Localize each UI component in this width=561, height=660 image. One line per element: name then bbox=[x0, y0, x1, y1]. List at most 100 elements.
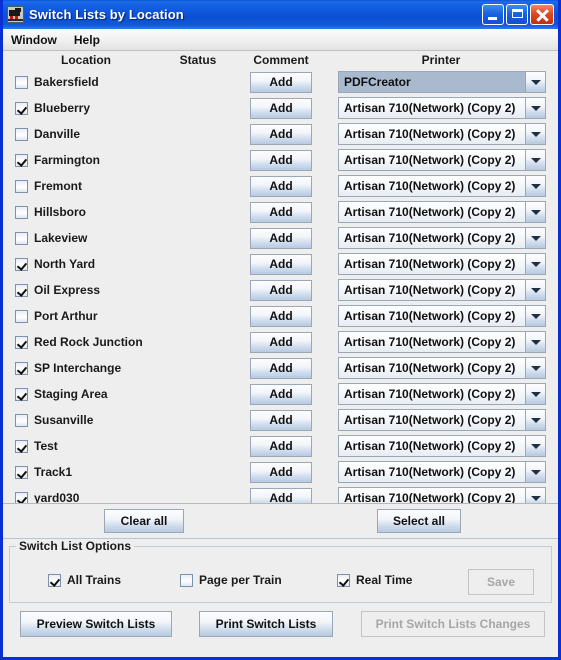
all-trains-checkbox-box[interactable] bbox=[48, 573, 61, 587]
printer-select[interactable]: Artisan 710(Network) (Copy 2) bbox=[338, 175, 546, 197]
add-comment-button[interactable]: Add bbox=[250, 227, 312, 249]
add-comment-button[interactable]: Add bbox=[250, 253, 312, 275]
chevron-down-icon[interactable] bbox=[526, 306, 545, 326]
chevron-down-icon[interactable] bbox=[526, 72, 545, 92]
page-per-train-checkbox[interactable]: Page per Train bbox=[180, 573, 282, 587]
add-comment-button[interactable]: Add bbox=[250, 175, 312, 197]
location-checkbox-box[interactable] bbox=[15, 75, 28, 89]
add-comment-button[interactable]: Add bbox=[250, 409, 312, 431]
location-checkbox[interactable]: Staging Area bbox=[15, 387, 108, 401]
location-checkbox-box[interactable] bbox=[15, 231, 28, 245]
printer-select[interactable]: Artisan 710(Network) (Copy 2) bbox=[338, 409, 546, 431]
add-comment-button[interactable]: Add bbox=[250, 149, 312, 171]
select-all-button[interactable]: Select all bbox=[377, 509, 461, 533]
add-comment-button[interactable]: Add bbox=[250, 97, 312, 119]
add-comment-button[interactable]: Add bbox=[250, 71, 312, 93]
location-checkbox[interactable]: Danville bbox=[15, 127, 80, 141]
print-switch-lists-button[interactable]: Print Switch Lists bbox=[199, 611, 333, 637]
location-checkbox[interactable]: Hillsboro bbox=[15, 205, 86, 219]
minimize-icon[interactable] bbox=[482, 4, 504, 25]
printer-select[interactable]: Artisan 710(Network) (Copy 2) bbox=[338, 123, 546, 145]
printer-select[interactable]: Artisan 710(Network) (Copy 2) bbox=[338, 305, 546, 327]
chevron-down-icon[interactable] bbox=[526, 150, 545, 170]
location-checkbox-box[interactable] bbox=[15, 413, 28, 427]
add-comment-button[interactable]: Add bbox=[250, 383, 312, 405]
location-checkbox[interactable]: Bakersfield bbox=[15, 75, 99, 89]
location-checkbox-box[interactable] bbox=[15, 101, 28, 115]
menu-item-window[interactable]: Window bbox=[11, 31, 66, 49]
add-comment-button[interactable]: Add bbox=[250, 279, 312, 301]
location-checkbox[interactable]: Farmington bbox=[15, 153, 100, 167]
chevron-down-icon[interactable] bbox=[526, 98, 545, 118]
add-comment-button[interactable]: Add bbox=[250, 461, 312, 483]
real-time-checkbox-box[interactable] bbox=[337, 573, 350, 587]
location-checkbox[interactable]: Fremont bbox=[15, 179, 82, 193]
location-checkbox[interactable]: Track1 bbox=[15, 465, 72, 479]
clear-all-button[interactable]: Clear all bbox=[104, 509, 184, 533]
printer-select[interactable]: Artisan 710(Network) (Copy 2) bbox=[338, 227, 546, 249]
location-checkbox[interactable]: Test bbox=[15, 439, 58, 453]
printer-select[interactable]: Artisan 710(Network) (Copy 2) bbox=[338, 487, 546, 503]
printer-select[interactable]: PDFCreator bbox=[338, 71, 546, 93]
add-comment-button[interactable]: Add bbox=[250, 201, 312, 223]
location-checkbox-box[interactable] bbox=[15, 127, 28, 141]
location-checkbox-box[interactable] bbox=[15, 257, 28, 271]
add-comment-button[interactable]: Add bbox=[250, 123, 312, 145]
add-comment-button[interactable]: Add bbox=[250, 331, 312, 353]
print-switch-lists-changes-button[interactable]: Print Switch Lists Changes bbox=[361, 611, 545, 637]
add-comment-button[interactable]: Add bbox=[250, 487, 312, 503]
maximize-icon[interactable] bbox=[506, 4, 528, 25]
printer-select[interactable]: Artisan 710(Network) (Copy 2) bbox=[338, 331, 546, 353]
add-comment-button[interactable]: Add bbox=[250, 305, 312, 327]
printer-select[interactable]: Artisan 710(Network) (Copy 2) bbox=[338, 279, 546, 301]
chevron-down-icon[interactable] bbox=[526, 228, 545, 248]
location-checkbox-box[interactable] bbox=[15, 335, 28, 349]
printer-select[interactable]: Artisan 710(Network) (Copy 2) bbox=[338, 461, 546, 483]
chevron-down-icon[interactable] bbox=[526, 436, 545, 456]
location-checkbox-box[interactable] bbox=[15, 387, 28, 401]
location-checkbox[interactable]: Oil Express bbox=[15, 283, 100, 297]
location-checkbox-box[interactable] bbox=[15, 205, 28, 219]
chevron-down-icon[interactable] bbox=[526, 332, 545, 352]
chevron-down-icon[interactable] bbox=[526, 124, 545, 144]
chevron-down-icon[interactable] bbox=[526, 358, 545, 378]
chevron-down-icon[interactable] bbox=[526, 384, 545, 404]
printer-select[interactable]: Artisan 710(Network) (Copy 2) bbox=[338, 383, 546, 405]
printer-select[interactable]: Artisan 710(Network) (Copy 2) bbox=[338, 149, 546, 171]
page-per-train-checkbox-box[interactable] bbox=[180, 573, 193, 587]
printer-select[interactable]: Artisan 710(Network) (Copy 2) bbox=[338, 201, 546, 223]
location-checkbox-box[interactable] bbox=[15, 361, 28, 375]
location-checkbox-box[interactable] bbox=[15, 179, 28, 193]
location-checkbox[interactable]: Susanville bbox=[15, 413, 93, 427]
printer-select[interactable]: Artisan 710(Network) (Copy 2) bbox=[338, 357, 546, 379]
location-checkbox[interactable]: North Yard bbox=[15, 257, 95, 271]
location-checkbox-box[interactable] bbox=[15, 309, 28, 323]
chevron-down-icon[interactable] bbox=[526, 462, 545, 482]
location-checkbox-box[interactable] bbox=[15, 491, 28, 503]
location-checkbox[interactable]: Blueberry bbox=[15, 101, 90, 115]
chevron-down-icon[interactable] bbox=[526, 280, 545, 300]
location-checkbox-box[interactable] bbox=[15, 439, 28, 453]
printer-select[interactable]: Artisan 710(Network) (Copy 2) bbox=[338, 253, 546, 275]
menu-item-help[interactable]: Help bbox=[74, 31, 109, 49]
location-checkbox[interactable]: Lakeview bbox=[15, 231, 87, 245]
chevron-down-icon[interactable] bbox=[526, 488, 545, 503]
chevron-down-icon[interactable] bbox=[526, 410, 545, 430]
location-checkbox-box[interactable] bbox=[15, 465, 28, 479]
printer-select[interactable]: Artisan 710(Network) (Copy 2) bbox=[338, 97, 546, 119]
save-button[interactable]: Save bbox=[468, 569, 534, 595]
location-checkbox[interactable]: Port Arthur bbox=[15, 309, 98, 323]
chevron-down-icon[interactable] bbox=[526, 254, 545, 274]
add-comment-button[interactable]: Add bbox=[250, 435, 312, 457]
chevron-down-icon[interactable] bbox=[526, 176, 545, 196]
chevron-down-icon[interactable] bbox=[526, 202, 545, 222]
preview-switch-lists-button[interactable]: Preview Switch Lists bbox=[20, 611, 172, 637]
location-checkbox[interactable]: SP Interchange bbox=[15, 361, 121, 375]
real-time-checkbox[interactable]: Real Time bbox=[337, 573, 412, 587]
all-trains-checkbox[interactable]: All Trains bbox=[48, 573, 121, 587]
printer-select[interactable]: Artisan 710(Network) (Copy 2) bbox=[338, 435, 546, 457]
location-checkbox[interactable]: yard030 bbox=[15, 491, 79, 503]
location-checkbox[interactable]: Red Rock Junction bbox=[15, 335, 143, 349]
location-checkbox-box[interactable] bbox=[15, 153, 28, 167]
close-icon[interactable] bbox=[530, 4, 554, 25]
